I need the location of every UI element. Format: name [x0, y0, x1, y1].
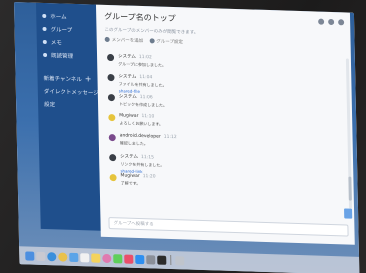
message-timeline[interactable]: システム 11:02 グループに参加しました。 システム 11:04 ファイルを共有… [97, 51, 354, 209]
message-author: Mugiwar [120, 173, 140, 179]
launchpad-icon[interactable] [36, 251, 46, 261]
sidebar-section-label: ダイレクトメッセージ [43, 88, 99, 97]
sidebar-section-label: 新着チャンネル [43, 75, 82, 83]
sidebar: ホーム グループ メモ 既読管理 新着チャンネル + ダイレクトメッセージ + … [35, 2, 106, 231]
trash-icon[interactable] [175, 255, 185, 265]
add-member-button[interactable]: メンバーを追加 [104, 36, 144, 45]
message-text: ファイルを共有しました。 [118, 80, 167, 88]
message-text: リンクを共有しました。 [120, 160, 165, 168]
header-actions [318, 18, 345, 26]
add-channel-button[interactable]: + [85, 74, 92, 83]
group-icon [42, 26, 47, 31]
main-pane: グループ名のトップ このグループのメンバーのみが閲覧できます。 メンバーを追加 … [95, 4, 355, 245]
avatar [107, 53, 115, 62]
terminal-icon[interactable] [157, 255, 167, 265]
notes-icon[interactable] [91, 252, 101, 263]
note-icon [42, 39, 47, 44]
message-time: 11:12 [163, 134, 177, 141]
avatar [108, 113, 116, 122]
dock-separator [170, 254, 172, 266]
add-member-icon [104, 36, 110, 43]
read-icon [43, 52, 48, 57]
sidebar-item-label: グループ [50, 26, 73, 34]
composer-placeholder: グループへ投稿する [113, 221, 154, 228]
message-author: システム [118, 74, 137, 80]
message-composer-input[interactable]: グループへ投稿する [108, 217, 349, 237]
avatar [108, 134, 116, 142]
message-text: 了解です。 [120, 179, 141, 186]
desktop-file-icon[interactable] [344, 208, 353, 219]
messages-icon[interactable] [113, 253, 123, 263]
message-time: 11:20 [142, 174, 156, 180]
info-icon[interactable] [328, 18, 335, 26]
sidebar-item-label: 既読管理 [51, 52, 74, 60]
photos-icon[interactable] [102, 253, 112, 263]
sidebar-item-label: 設定 [44, 101, 56, 108]
home-icon [42, 13, 47, 18]
message-time: 11:10 [141, 114, 155, 120]
page-title: グループ名のトップ [104, 11, 176, 23]
settings-icon[interactable] [146, 254, 156, 265]
screen: ホーム グループ メモ 既読管理 新着チャンネル + ダイレクトメッセージ + … [14, 2, 360, 273]
message-author: システム [118, 54, 136, 60]
message-time: 11:15 [140, 155, 155, 161]
sidebar-item-label: ホーム [50, 13, 67, 21]
search-icon[interactable] [318, 18, 325, 25]
calendar-icon[interactable] [80, 252, 90, 262]
message-text: トピックを作成しました。 [118, 100, 168, 108]
music-icon[interactable] [124, 254, 134, 264]
add-member-label: メンバーを追加 [111, 38, 144, 45]
group-settings-button[interactable]: グループ設定 [149, 38, 183, 45]
safari-icon[interactable] [47, 251, 57, 261]
message-author: システム [118, 94, 137, 100]
settings-icon [149, 38, 155, 44]
message-time: 11:06 [139, 94, 153, 101]
chrome-icon[interactable] [58, 251, 68, 262]
message-author: システム [120, 154, 139, 160]
message-text: グループに参加しました。 [118, 60, 166, 68]
avatar [107, 73, 115, 82]
message-text: 確認しました。 [119, 139, 148, 146]
avatar [109, 174, 117, 182]
message-author: Mugiwar [119, 113, 139, 119]
finder-icon[interactable] [25, 250, 35, 261]
message-author: android.developer [119, 133, 161, 140]
menu-icon[interactable] [338, 19, 345, 26]
sidebar-item-label: メモ [50, 39, 62, 47]
scrollbar-thumb[interactable] [348, 176, 352, 201]
avatar [107, 93, 115, 102]
sidebar-item-settings[interactable]: 設定 [38, 97, 98, 112]
avatar [109, 154, 117, 162]
message-time: 11:02 [138, 54, 152, 61]
mail-icon[interactable] [69, 252, 79, 262]
message-time: 11:04 [139, 74, 153, 81]
group-settings-label: グループ設定 [156, 39, 183, 46]
message-text: よろしくお願いします。 [119, 119, 164, 127]
appstore-icon[interactable] [135, 254, 145, 264]
